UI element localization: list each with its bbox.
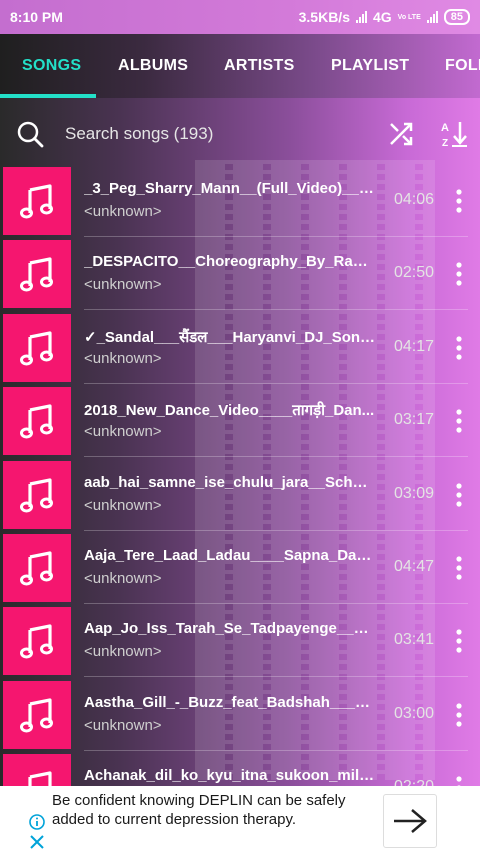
album-art bbox=[3, 167, 71, 235]
song-row[interactable]: Aap_Jo_Iss_Tarah_Se_Tadpayenge___S... <un… bbox=[0, 604, 480, 678]
more-options-icon[interactable] bbox=[452, 702, 466, 728]
song-duration: 03:41 bbox=[394, 631, 435, 649]
album-art bbox=[3, 754, 71, 786]
song-row[interactable]: ✓_Sandal___सैंडल___Haryanvi_DJ_Song... <u… bbox=[0, 311, 480, 384]
song-artist: <unknown> bbox=[84, 423, 162, 441]
network-speed: 3.5KB/s bbox=[298, 9, 350, 25]
volte-indicator: Vo LTE bbox=[397, 13, 421, 21]
battery-indicator: 85 bbox=[443, 9, 470, 25]
search-icon[interactable] bbox=[16, 120, 44, 148]
song-artist: <unknown> bbox=[84, 203, 162, 220]
song-title: Achanak_dil_ko_kyu_itna_sukoon_mil_j... bbox=[84, 767, 376, 785]
song-title: Aap_Jo_Iss_Tarah_Se_Tadpayenge___S... bbox=[84, 620, 376, 638]
tab-folders[interactable]: FOLD bbox=[445, 34, 480, 98]
album-art bbox=[3, 680, 71, 749]
more-options-icon[interactable] bbox=[452, 408, 466, 434]
song-duration: 04:47 bbox=[394, 558, 435, 575]
album-art bbox=[3, 240, 71, 309]
music-note-icon bbox=[20, 184, 53, 219]
more-options-icon[interactable] bbox=[452, 335, 466, 361]
status-bar: 8:10 PM 3.5KB/s 4G Vo LTE 85 bbox=[0, 0, 480, 34]
song-row[interactable]: aab_hai_samne_ise_chulu_jara__Schoo... <u… bbox=[0, 458, 480, 531]
more-options-icon[interactable] bbox=[452, 555, 466, 581]
tab-songs[interactable]: SONGS bbox=[22, 34, 81, 98]
signal-strength-2-icon bbox=[426, 11, 438, 23]
ad-open-button[interactable] bbox=[383, 794, 437, 848]
more-options-icon[interactable] bbox=[452, 628, 466, 654]
status-time: 8:10 PM bbox=[10, 9, 63, 25]
album-art bbox=[3, 607, 71, 676]
album-art bbox=[3, 534, 71, 602]
song-artist: <unknown> bbox=[84, 349, 162, 367]
song-artist: <unknown> bbox=[84, 496, 162, 514]
music-note-icon bbox=[20, 698, 53, 733]
tab-albums[interactable]: ALBUMS bbox=[118, 34, 188, 98]
music-note-icon bbox=[20, 624, 53, 659]
music-note-icon bbox=[20, 551, 53, 586]
song-row[interactable]: _DESPACITO__Choreography_By_Rahul... <unk… bbox=[0, 237, 480, 311]
more-options-icon[interactable] bbox=[452, 482, 466, 508]
album-art bbox=[3, 313, 71, 382]
music-note-icon bbox=[20, 404, 53, 439]
sort-az-icon[interactable]: A Z bbox=[440, 120, 468, 148]
song-duration: 03:09 bbox=[394, 484, 435, 502]
svg-text:Z: Z bbox=[442, 138, 448, 148]
song-duration: 02:50 bbox=[394, 264, 435, 282]
album-art bbox=[3, 387, 71, 456]
tab-playlist[interactable]: PLAYLIST bbox=[331, 34, 409, 98]
music-note-icon bbox=[20, 257, 53, 292]
song-title: _3_Peg_Sharry_Mann__(Full_Video)___... bbox=[84, 180, 376, 197]
song-title: 2018_New_Dance_Video____तागड़ी_Dan... bbox=[84, 402, 375, 420]
album-art bbox=[3, 460, 71, 529]
music-note-icon bbox=[20, 331, 53, 366]
song-duration: 04:17 bbox=[394, 337, 435, 355]
song-duration: 02:20 bbox=[394, 778, 434, 786]
song-row[interactable]: _3_Peg_Sharry_Mann__(Full_Video)___... <u… bbox=[0, 164, 480, 237]
svg-text:A: A bbox=[441, 122, 449, 134]
more-options-icon[interactable] bbox=[452, 775, 466, 786]
status-indicators: 3.5KB/s 4G Vo LTE 85 bbox=[299, 9, 470, 25]
search-input[interactable]: Search songs (193) bbox=[65, 124, 213, 144]
song-duration: 03:17 bbox=[394, 411, 435, 429]
tab-artists[interactable]: ARTISTS bbox=[224, 34, 295, 98]
song-artist: <unknown> bbox=[84, 276, 162, 294]
more-options-icon[interactable] bbox=[452, 261, 466, 287]
music-note-icon bbox=[20, 477, 53, 513]
arrow-right-icon bbox=[394, 809, 427, 833]
music-note-icon bbox=[28, 771, 52, 786]
song-title: ✓_Sandal___सैंडल___Haryanvi_DJ_Song... bbox=[84, 328, 376, 346]
song-duration: 03:00 bbox=[394, 704, 435, 722]
song-artist: <unknown> bbox=[84, 643, 162, 661]
song-artist: <unknown> bbox=[84, 716, 162, 734]
song-duration: 04:06 bbox=[394, 191, 435, 208]
ad-banner[interactable]: Be confident knowing DEPLIN can be safel… bbox=[0, 786, 480, 853]
song-row[interactable]: 2018_New_Dance_Video____तागड़ी_Dan... <un… bbox=[0, 384, 480, 458]
ad-info-icon[interactable] bbox=[29, 814, 45, 830]
song-title: Aaja_Tere_Laad_Ladau____Sapna_Dan... bbox=[84, 547, 376, 564]
song-title: Aastha_Gill_-_Buzz_feat_Badshah___Pri... bbox=[84, 693, 376, 711]
ad-text: Be confident knowing DEPLIN can be safel… bbox=[52, 792, 346, 828]
signal-strength-icon bbox=[355, 11, 367, 23]
song-title: _DESPACITO__Choreography_By_Rahul... bbox=[84, 253, 376, 271]
song-row[interactable]: Achanak_dil_ko_kyu_itna_sukoon_mil_j... 0… bbox=[0, 751, 480, 786]
shuffle-icon[interactable] bbox=[388, 121, 414, 147]
song-artist: <unknown> bbox=[84, 570, 162, 587]
network-type: 4G bbox=[372, 9, 392, 25]
song-row[interactable]: Aastha_Gill_-_Buzz_feat_Badshah___Pri...… bbox=[0, 678, 480, 751]
song-list: _3_Peg_Sharry_Mann__(Full_Video)___... <u… bbox=[0, 164, 480, 786]
more-options-icon[interactable] bbox=[452, 188, 466, 214]
song-title: aab_hai_samne_ise_chulu_jara__Schoo... bbox=[84, 473, 376, 491]
song-row[interactable]: Aaja_Tere_Laad_Ladau____Sapna_Dan... <unk… bbox=[0, 531, 480, 604]
tab-bar: SONGS ALBUMS ARTISTS PLAYLIST FOLD bbox=[0, 34, 480, 98]
ad-close-icon[interactable] bbox=[29, 834, 45, 850]
